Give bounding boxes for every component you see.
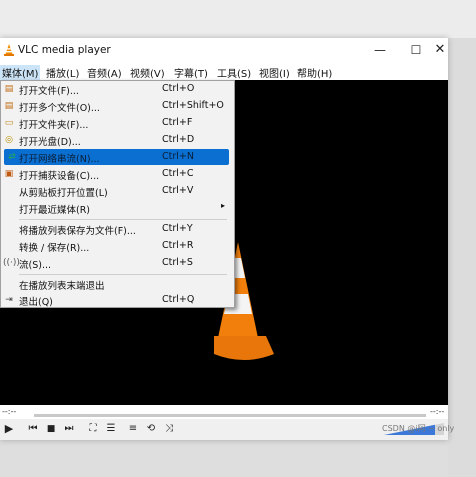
previous-icon[interactable]: ⏮ — [26, 422, 40, 436]
vlc-window: VLC media player — ☐ ✕ 媒体(M) 播放(L) 音频(A)… — [0, 38, 448, 440]
menu-tools[interactable]: 工具(S) — [217, 65, 251, 80]
open-file-icon: ▤ — [4, 84, 14, 94]
background-right — [448, 38, 476, 477]
menu-item-open-from-clipboard[interactable]: 从剪贴板打开位置(L) Ctrl+V — [1, 183, 234, 199]
menu-item-open-folder[interactable]: ▭ 打开文件夹(F)... Ctrl+F — [1, 115, 234, 131]
menu-item-stream[interactable]: ((·)) 流(S)... Ctrl+S — [1, 255, 234, 271]
fullscreen-icon[interactable]: ⛶ — [86, 422, 100, 436]
menu-view[interactable]: 视图(I) — [259, 65, 290, 80]
menu-item-save-playlist[interactable]: 将播放列表保存为文件(F)... Ctrl+Y — [1, 221, 234, 237]
minimize-button[interactable]: — — [368, 40, 392, 60]
maximize-button[interactable]: ☐ — [404, 40, 428, 60]
menu-separator — [19, 219, 227, 220]
capture-device-icon: ▣ — [4, 169, 14, 179]
disc-icon: ◎ — [5, 135, 13, 145]
menu-item-open-capture-device[interactable]: ▣ 打开捕获设备(C)... Ctrl+C — [1, 166, 234, 182]
menu-separator — [19, 274, 227, 275]
control-bar: ▶ ⏮ ■ ⏭ ⛶ ☰ ≡ ⟲ ⤨ — [0, 419, 448, 440]
menu-item-convert-save[interactable]: 转换 / 保存(R)... Ctrl+R — [1, 238, 234, 254]
menu-playback[interactable]: 播放(L) — [46, 65, 79, 80]
play-icon[interactable]: ▶ — [2, 422, 16, 436]
background-bottom — [0, 440, 448, 477]
menu-help[interactable]: 帮助(H) — [297, 65, 332, 80]
title-bar[interactable]: VLC media player — ☐ ✕ — [0, 38, 448, 62]
seek-bar: --:-- --:-- — [0, 405, 448, 419]
background-top — [0, 0, 476, 38]
menu-item-recent-media[interactable]: 打开最近媒体(R) ▸ — [1, 200, 234, 216]
menu-item-open-file[interactable]: ▤ 打开文件(F)... Ctrl+O — [1, 81, 234, 97]
shuffle-icon[interactable]: ⤨ — [162, 422, 176, 436]
loop-icon[interactable]: ⟲ — [144, 422, 158, 436]
watermark: CSDN @i阿 ~ only — [382, 424, 455, 433]
extended-settings-icon[interactable]: ☰ — [104, 422, 118, 436]
open-multiple-files-icon: ▤ — [4, 101, 14, 111]
vlc-cone-icon — [4, 44, 14, 56]
total-time: --:-- — [430, 407, 445, 416]
menu-item-quit[interactable]: ⇥ 退出(Q) Ctrl+Q — [1, 292, 234, 308]
menu-video[interactable]: 视频(V) — [130, 65, 165, 80]
menu-item-open-disc[interactable]: ◎ 打开光盘(D)... Ctrl+D — [1, 132, 234, 148]
window-title: VLC media player — [18, 44, 111, 56]
next-icon[interactable]: ⏭ — [62, 422, 76, 436]
stop-icon[interactable]: ■ — [44, 422, 58, 436]
close-button[interactable]: ✕ — [428, 40, 452, 60]
playlist-icon[interactable]: ≡ — [126, 422, 140, 436]
menu-item-open-network-stream[interactable]: ⇄ 打开网络串流(N)... Ctrl+N — [4, 149, 229, 165]
menu-bar: 媒体(M) 播放(L) 音频(A) 视频(V) 字幕(T) 工具(S) 视图(I… — [0, 62, 448, 80]
submenu-arrow-icon: ▸ — [221, 201, 226, 210]
exit-icon: ⇥ — [5, 295, 13, 305]
open-folder-icon: ▭ — [4, 118, 14, 128]
menu-item-quit-at-end[interactable]: 在播放列表末端退出 — [1, 276, 234, 292]
menu-media[interactable]: 媒体(M) — [0, 65, 41, 80]
seek-slider[interactable] — [34, 414, 426, 417]
stream-icon: ((·)) — [3, 258, 20, 268]
elapsed-time: --:-- — [2, 407, 17, 416]
menu-subtitle[interactable]: 字幕(T) — [174, 65, 208, 80]
menu-audio[interactable]: 音频(A) — [87, 65, 122, 80]
menu-item-open-multiple-files[interactable]: ▤ 打开多个文件(O)... Ctrl+Shift+O — [1, 98, 234, 114]
media-menu: ▤ 打开文件(F)... Ctrl+O ▤ 打开多个文件(O)... Ctrl+… — [0, 80, 235, 308]
network-icon: ⇄ — [8, 152, 16, 162]
